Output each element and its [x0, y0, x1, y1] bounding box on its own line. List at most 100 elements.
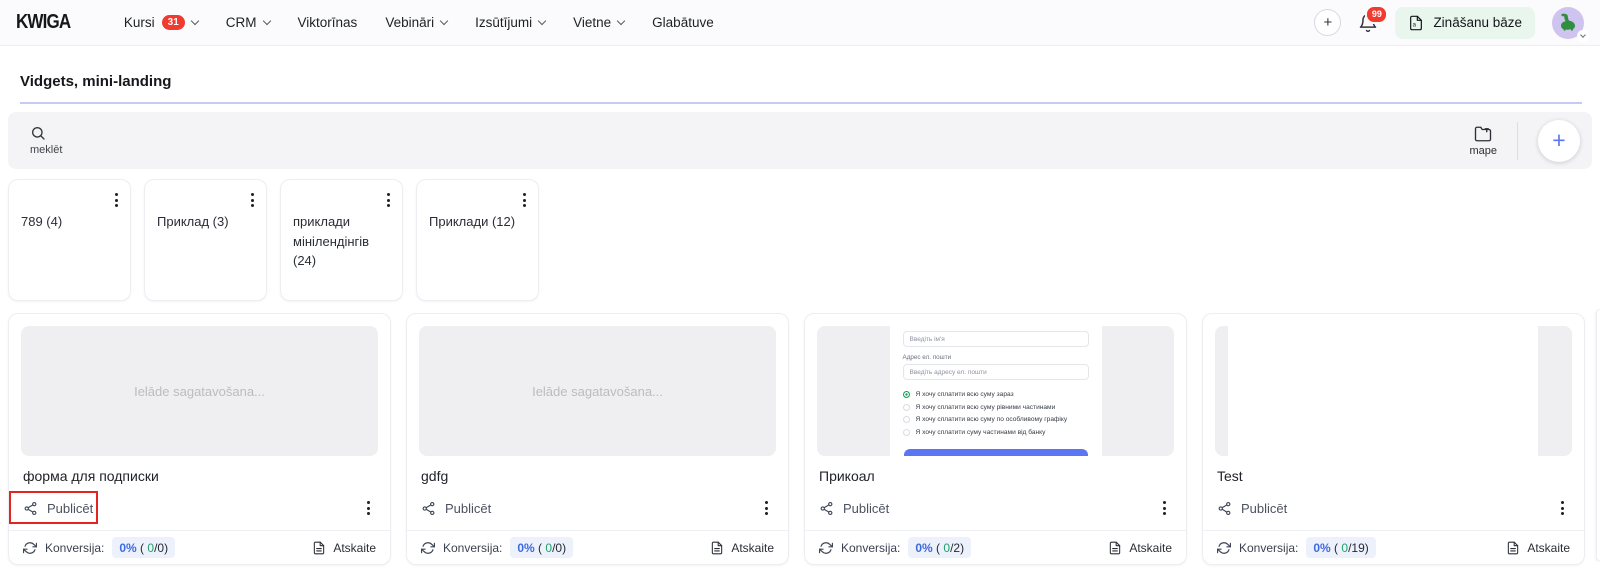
radio-selected-icon — [903, 391, 910, 398]
publish-row: Publicēt — [421, 493, 774, 523]
conversion-value: 0% ( 0/0) — [112, 537, 175, 558]
report-icon — [1506, 541, 1520, 555]
widget-preview[interactable]: Ielāde sagatavošana... — [21, 326, 378, 456]
folder-name: Приклад (3) — [157, 212, 254, 232]
toolbar-actions: mape + — [1469, 120, 1580, 162]
nav-item-vebinari[interactable]: Vebināri — [385, 15, 447, 30]
widget-card-partial[interactable] — [1596, 309, 1600, 561]
report-link[interactable]: Atskaite — [1108, 541, 1172, 555]
widget-preview[interactable] — [1215, 326, 1572, 456]
nav-item-label: Kursi — [124, 15, 155, 30]
report-link[interactable]: Atskaite — [1506, 541, 1570, 555]
add-widget-button[interactable]: + — [1538, 120, 1580, 162]
folder-name: Приклади (12) — [429, 212, 526, 232]
publish-button[interactable]: Publicēt — [1217, 501, 1287, 516]
report-link[interactable]: Atskaite — [312, 541, 376, 555]
radio-icon — [903, 404, 910, 411]
nav-item-glabatuve[interactable]: Glabātuve — [652, 15, 714, 30]
share-icon — [23, 501, 38, 516]
report-link[interactable]: Atskaite — [710, 541, 774, 555]
conversion-value: 0% ( 0/2) — [908, 537, 971, 558]
widget-menu-button[interactable] — [1555, 496, 1570, 520]
widget-title: Test — [1217, 468, 1570, 484]
form-preview-radio: Я хочу сплатити всю суму рівними частина… — [903, 404, 1089, 411]
conversion-label: Konversija: — [443, 541, 502, 555]
widget-menu-button[interactable] — [1157, 496, 1172, 520]
nav-item-vietne[interactable]: Vietne — [573, 15, 624, 30]
share-icon — [1217, 501, 1232, 516]
nav-item-label: Izsūtījumi — [475, 15, 532, 30]
folder-card[interactable]: приклади мінілендінгів (24) — [280, 179, 403, 301]
publish-button[interactable]: Publicēt — [421, 501, 491, 516]
folder-menu-button[interactable] — [109, 188, 124, 212]
widget-title: Прикоал — [819, 468, 1172, 484]
radio-label: Я хочу сплатити всю суму зараз — [916, 391, 1014, 398]
refresh-icon[interactable] — [23, 541, 37, 555]
folder-menu-button[interactable] — [381, 188, 396, 212]
publish-row: Publicēt — [23, 493, 376, 523]
conversion-value: 0% ( 0/0) — [510, 537, 573, 558]
widget-menu-button[interactable] — [759, 496, 774, 520]
widget-card: Введіть ім'я Адрес ел. пошти Введіть адр… — [804, 313, 1187, 565]
conversion-stats: Konversija: 0% ( 0/19) — [1217, 537, 1376, 558]
folders-row: 789 (4) Приклад (3) приклади мінілендінг… — [8, 179, 1592, 301]
stats-row: Konversija: 0% ( 0/0) Atskaite — [9, 531, 390, 564]
publish-row: Publicēt — [1217, 493, 1570, 523]
refresh-icon[interactable] — [1217, 541, 1231, 555]
search-icon — [30, 125, 62, 141]
main-nav: Kursi 31 CRM Viktorīnas Vebināri Izsūtīj… — [124, 15, 714, 30]
refresh-icon[interactable] — [819, 541, 833, 555]
loading-placeholder-text: Ielāde sagatavošana... — [134, 384, 265, 399]
app-window: KWIGA Kursi 31 CRM Viktorīnas Vebināri I… — [0, 0, 1600, 580]
share-icon — [819, 501, 834, 516]
svg-text:a: a — [1413, 22, 1417, 28]
widget-title: gdfg — [421, 468, 774, 484]
nav-item-crm[interactable]: CRM — [226, 15, 270, 30]
radio-icon — [903, 429, 910, 436]
new-folder-button[interactable]: mape — [1469, 125, 1497, 157]
folder-card[interactable]: 789 (4) — [8, 179, 131, 301]
nav-item-kursi[interactable]: Kursi 31 — [124, 15, 198, 30]
top-navbar: KWIGA Kursi 31 CRM Viktorīnas Vebināri I… — [0, 0, 1600, 46]
create-button[interactable]: + — [1314, 9, 1341, 36]
nav-item-label: Vebināri — [385, 15, 434, 30]
widget-preview[interactable]: Введіть ім'я Адрес ел. пошти Введіть адр… — [817, 326, 1174, 456]
knowledge-base-button[interactable]: a Zināšanu bāze — [1395, 7, 1535, 39]
notification-count-badge: 99 — [1365, 5, 1388, 24]
folder-menu-button[interactable] — [245, 188, 260, 212]
avatar[interactable] — [1552, 7, 1584, 39]
nav-item-viktorinas[interactable]: Viktorīnas — [298, 15, 358, 30]
knowledge-base-label: Zināšanu bāze — [1433, 15, 1522, 30]
chevron-down-icon — [440, 16, 448, 24]
widget-menu-button[interactable] — [361, 496, 376, 520]
widgets-row: Ielāde sagatavošana... форма для подписк… — [8, 313, 1592, 565]
notifications-button[interactable]: 99 — [1358, 13, 1378, 33]
publish-row: Publicēt — [819, 493, 1172, 523]
publish-button[interactable]: Publicēt — [819, 501, 889, 516]
conversion-stats: Konversija: 0% ( 0/2) — [819, 537, 971, 558]
title-bar: Vidgets, mini-landing — [20, 46, 1582, 104]
widget-preview[interactable]: Ielāde sagatavošana... — [419, 326, 776, 456]
report-label: Atskaite — [1527, 541, 1570, 555]
blank-preview-page — [1228, 326, 1538, 456]
form-preview-radio: Я хочу сплатити всю суму по особливому г… — [903, 416, 1089, 423]
kwiga-logo[interactable]: KWIGA — [16, 11, 70, 34]
form-preview-name-input: Введіть ім'я — [903, 331, 1089, 347]
form-preview-options: Я хочу сплатити всю суму зараз Я хочу сп… — [903, 391, 1089, 436]
folder-card[interactable]: Приклад (3) — [144, 179, 267, 301]
nav-item-izsutijumi[interactable]: Izsūtījumi — [475, 15, 545, 30]
refresh-icon[interactable] — [421, 541, 435, 555]
form-preview-email-label: Адрес ел. пошти — [903, 354, 1089, 361]
search-input[interactable]: meklēt — [30, 125, 62, 156]
nav-item-label: CRM — [226, 15, 257, 30]
kursi-count-badge: 31 — [162, 15, 185, 30]
publish-label: Publicēt — [843, 501, 889, 516]
folder-card[interactable]: Приклади (12) — [416, 179, 539, 301]
form-preview-submit-button — [904, 449, 1088, 456]
folder-plus-icon — [1474, 125, 1492, 143]
chevron-down-icon — [617, 16, 625, 24]
publish-button[interactable]: Publicēt — [23, 501, 93, 516]
chevron-down-icon — [538, 16, 546, 24]
folder-menu-button[interactable] — [517, 188, 532, 212]
nav-item-label: Glabātuve — [652, 15, 714, 30]
